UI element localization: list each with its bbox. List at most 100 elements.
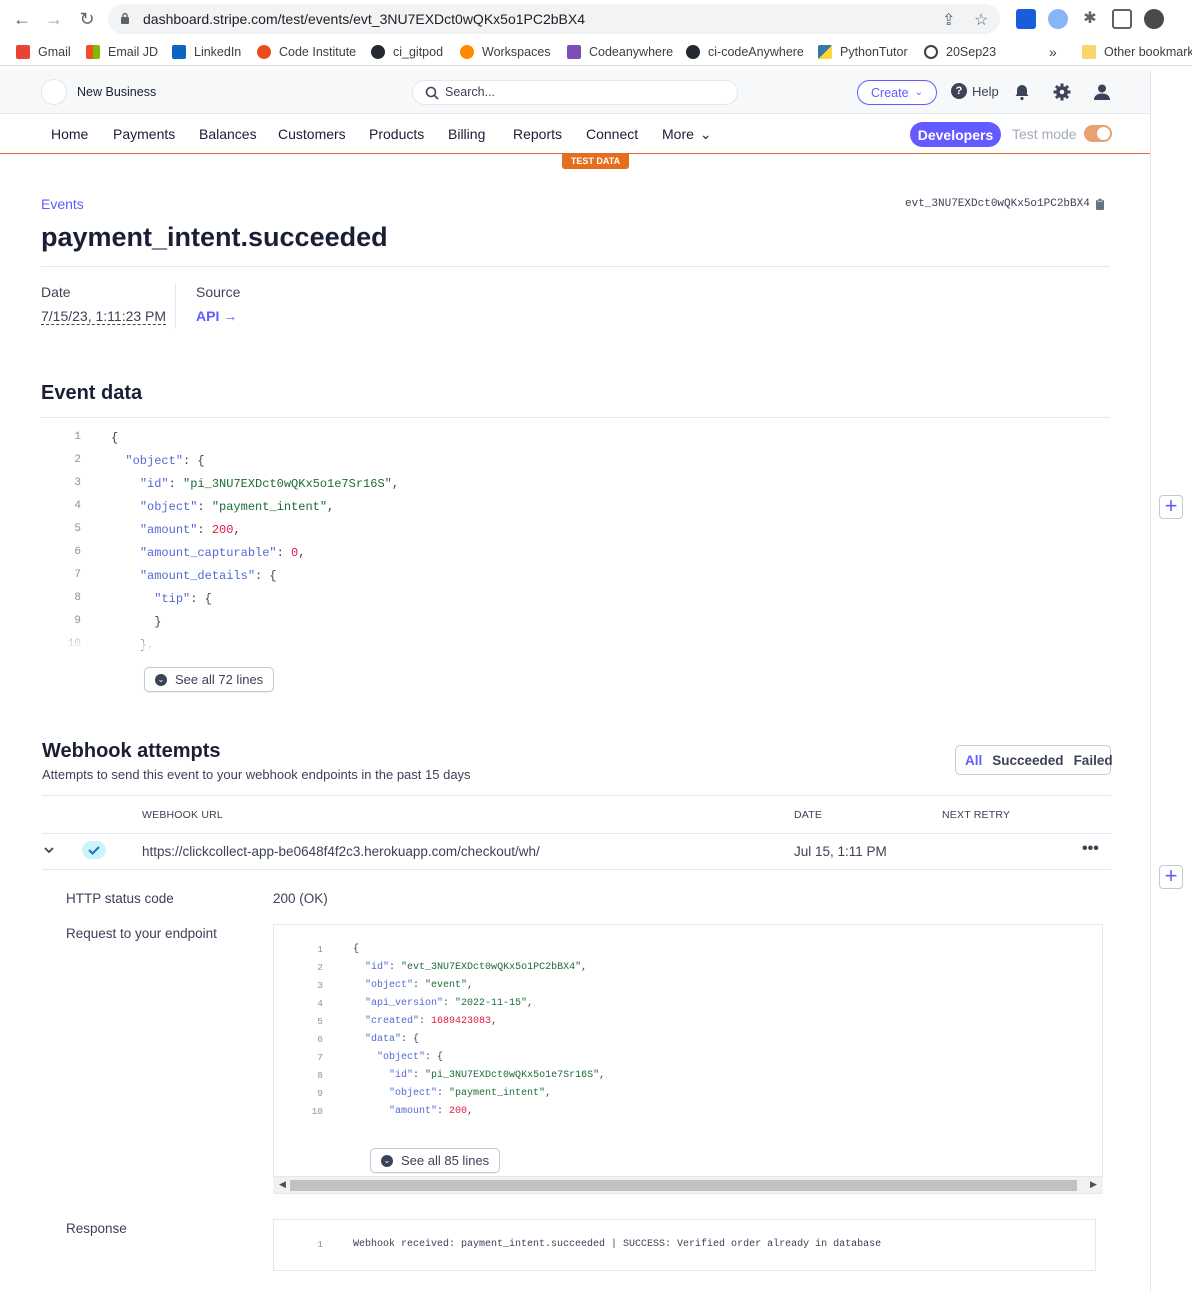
nav-billing[interactable]: Billing [448, 126, 485, 142]
sidepanel-icon[interactable] [1112, 9, 1132, 29]
bookmark-ci-codeanywhere[interactable]: ci-codeAnywhere [686, 43, 804, 61]
line-number: 1 [317, 1239, 323, 1250]
code-line: "amount": 200, [111, 523, 241, 537]
add-icon[interactable]: + [1159, 865, 1183, 889]
add-icon[interactable]: + [1159, 495, 1183, 519]
gear-icon[interactable] [1052, 82, 1072, 102]
profile-avatar[interactable] [1144, 9, 1164, 29]
code-token: : [168, 477, 184, 491]
filter-all[interactable]: All [965, 753, 982, 768]
horizontal-scrollbar[interactable]: ◀ ▶ [273, 1176, 1103, 1193]
bookmark-pythontutor[interactable]: PythonTutor [818, 43, 908, 61]
filter-failed[interactable]: Failed [1074, 753, 1113, 768]
browser-toolbar: ← → ↻ dashboard.stripe.com/test/events/e… [0, 0, 1192, 38]
nav-more[interactable]: More ⌄ [662, 126, 712, 143]
source-label: Source [196, 284, 241, 300]
code-token: "data" [365, 1034, 402, 1045]
code-token: , [581, 962, 588, 973]
nav-connect[interactable]: Connect [586, 126, 638, 142]
bookmark-other[interactable]: Other bookmark [1082, 43, 1192, 61]
code-token: "object" [377, 1052, 426, 1063]
bookmark-code-institute[interactable]: Code Institute [257, 43, 356, 61]
nav-home[interactable]: Home [51, 126, 88, 142]
page-title: payment_intent.succeeded [41, 222, 388, 252]
code-line: "amount": 200, [353, 1106, 473, 1117]
line-number: 6 [317, 1034, 323, 1045]
bell-icon[interactable] [1012, 82, 1032, 102]
code-line: "id": "pi_3NU7EXDct0wQKx5o1e7Sr16S", [353, 1070, 605, 1081]
top-bar: New Business Create⌄ ?Help [0, 70, 1150, 114]
github-icon [686, 45, 700, 59]
breadcrumb-events[interactable]: Events [41, 196, 84, 212]
code-token: : [413, 1070, 426, 1081]
bookmark-workspaces[interactable]: Workspaces [460, 43, 551, 61]
help-icon: ? [951, 83, 967, 99]
search-box[interactable] [412, 80, 738, 105]
status-code-label: HTTP status code [66, 891, 174, 906]
scroll-right-icon[interactable]: ▶ [1090, 1179, 1097, 1190]
star-icon[interactable]: ☆ [974, 10, 988, 30]
nav-balances[interactable]: Balances [199, 126, 257, 142]
bookmark-email-jd[interactable]: Email JD [86, 43, 158, 61]
share-icon[interactable]: ⇪ [942, 10, 955, 30]
scrollbar-thumb[interactable] [290, 1180, 1077, 1191]
bookmark-codeanywhere[interactable]: Codeanywhere [567, 43, 673, 61]
developers-button[interactable]: Developers [910, 122, 1001, 147]
nav-products[interactable]: Products [369, 126, 424, 142]
extension-icon[interactable] [1048, 9, 1068, 29]
request-code-box[interactable]: 1 {2 "id": "evt_3NU7EXDct0wQKx5o1PC2bBX4"… [273, 924, 1103, 1194]
stripe-dashboard: New Business Create⌄ ?Help Home Payments… [0, 70, 1150, 1292]
gitpod-icon [460, 45, 474, 59]
line-number: 1 [74, 431, 81, 443]
bookmarks-overflow[interactable]: » [1049, 43, 1057, 61]
line-number: 3 [74, 477, 81, 489]
date-value[interactable]: 7/15/23, 1:11:23 PM [41, 308, 167, 325]
bookmark-20sep23[interactable]: 20Sep23 [924, 43, 996, 61]
bitwarden-icon[interactable] [1016, 9, 1036, 29]
reload-icon[interactable]: ↻ [77, 9, 97, 29]
business-name[interactable]: New Business [77, 85, 156, 99]
help-button[interactable]: ? Help [951, 83, 999, 99]
code-token: : [389, 962, 402, 973]
bookmark-gmail[interactable]: Gmail [16, 43, 71, 61]
test-mode-toggle[interactable] [1084, 125, 1112, 142]
forward-icon[interactable]: → [44, 9, 64, 29]
nav-reports[interactable]: Reports [513, 126, 562, 142]
scroll-left-icon[interactable]: ◀ [279, 1179, 286, 1190]
webhook-url[interactable]: https://clickcollect-app-be0648f4f2c3.he… [142, 844, 540, 859]
code-line: "amount_capturable": 0, [111, 546, 306, 560]
nav-customers[interactable]: Customers [278, 126, 346, 142]
divider [42, 833, 1111, 834]
more-actions-icon[interactable]: ••• [1082, 840, 1099, 858]
chevron-down-icon[interactable] [42, 843, 56, 857]
clipboard-icon[interactable] [1095, 198, 1105, 210]
webhook-date: Jul 15, 1:11 PM [794, 844, 887, 859]
line-number: 2 [74, 454, 81, 466]
history-icon [924, 45, 938, 59]
bookmark-linkedin[interactable]: LinkedIn [172, 43, 241, 61]
line-number: 3 [317, 980, 323, 991]
back-icon[interactable]: ← [12, 9, 32, 29]
code-token: "pi_3NU7EXDct0wQKx5o1e7Sr16S" [183, 477, 392, 491]
bookmark-ci-gitpod[interactable]: ci_gitpod [371, 43, 443, 61]
source-link[interactable]: API → [196, 308, 237, 324]
see-all-lines-button[interactable]: ⌄ See all 72 lines [144, 667, 275, 692]
nav-payments[interactable]: Payments [113, 126, 175, 142]
user-icon[interactable] [1092, 82, 1112, 102]
create-button[interactable]: Create ⌄ [857, 80, 937, 105]
line-number: 7 [317, 1052, 323, 1063]
puzzle-icon[interactable]: ✱ [1080, 9, 1100, 29]
address-bar[interactable]: dashboard.stripe.com/test/events/evt_3NU… [108, 4, 1000, 34]
store-icon[interactable] [41, 79, 67, 105]
see-all-request-lines-button[interactable]: ⌄ See all 85 lines [370, 1148, 501, 1173]
codeanywhere-icon [567, 45, 581, 59]
search-input[interactable] [445, 85, 705, 99]
line-number: 6 [74, 546, 81, 558]
filter-succeeded[interactable]: Succeeded [992, 753, 1063, 768]
